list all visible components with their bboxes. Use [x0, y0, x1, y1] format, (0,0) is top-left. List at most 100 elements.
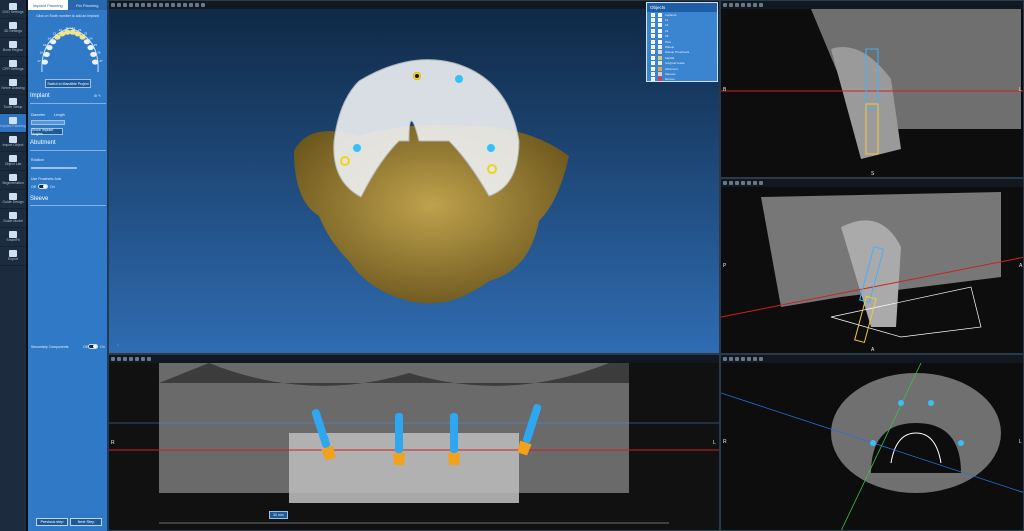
object-label: 11	[665, 18, 669, 23]
toolbar-item-guide[interactable]: Guide Design	[0, 190, 26, 209]
visibility-checkbox[interactable]	[651, 28, 655, 33]
axis-label-bottom: A	[871, 347, 875, 353]
toolbar-item-label: Object List	[4, 162, 22, 166]
toolbar-item-label: Bone Region	[2, 48, 24, 52]
tooth-number: 15	[43, 43, 47, 47]
implant-size-field[interactable]	[31, 120, 65, 125]
color-swatch[interactable]	[658, 55, 662, 60]
toolbar-item-label: Guide Design	[2, 200, 24, 204]
tooth-15[interactable]	[46, 44, 53, 51]
tooth-number: 21	[72, 26, 76, 30]
object-label: 21	[665, 28, 669, 33]
implant-settings-icon[interactable]: ⚙ ✎	[94, 94, 101, 98]
toolbar-item-nerve[interactable]: Nerve Drawing	[0, 76, 26, 95]
tooth-26[interactable]	[90, 51, 97, 58]
color-swatch[interactable]	[658, 71, 662, 76]
visibility-checkbox[interactable]	[651, 66, 655, 71]
tab-implant-planning[interactable]: Implant Planning	[28, 0, 68, 10]
axis-label-bottom: S	[871, 171, 875, 177]
visibility-checkbox[interactable]	[651, 45, 655, 50]
prosthetic-axis-toggle[interactable]	[38, 184, 48, 189]
color-swatch[interactable]	[658, 34, 662, 39]
color-swatch[interactable]	[658, 61, 662, 66]
visibility-checkbox[interactable]	[651, 77, 655, 82]
coronal-viewport[interactable]: P A A	[720, 178, 1024, 354]
nerve-icon	[9, 79, 17, 86]
toolbar-item-import[interactable]: Import Object	[0, 133, 26, 152]
toolbar-item-list[interactable]: Object List	[0, 152, 26, 171]
toolbar-item-cube[interactable]: 3D Settings	[0, 19, 26, 38]
visibility-checkbox[interactable]	[651, 50, 655, 55]
toolbar-item-smartfit[interactable]: SmartFit	[0, 228, 26, 247]
axis-label-left: B	[723, 87, 727, 93]
secondary-components-toggle[interactable]	[88, 344, 98, 349]
export-icon	[9, 250, 17, 257]
visibility-checkbox[interactable]	[651, 61, 655, 66]
axis-label-right: L	[1019, 87, 1022, 93]
tooth-17[interactable]	[41, 59, 49, 65]
tooth-number: 14	[47, 37, 51, 41]
rotation-label: Rotation	[31, 158, 45, 162]
tab-pin-planning[interactable]: Pin Planning	[67, 0, 107, 10]
tooth-27[interactable]	[91, 59, 99, 65]
sagittal-viewport[interactable]: B L S	[720, 0, 1024, 178]
toolbar-item-model[interactable]: Guide Model	[0, 209, 26, 228]
color-swatch[interactable]	[658, 50, 662, 55]
toolbar-item-bone[interactable]: Bone Region	[0, 38, 26, 57]
diameter-label: Diameter	[31, 113, 46, 117]
toolbar-item-curve[interactable]: CPR Settings	[0, 57, 26, 76]
previous-step-button[interactable]: Previous step	[36, 518, 68, 526]
show-implant-angles-button[interactable]: Show Implant Angles	[31, 128, 63, 136]
axial-viewport[interactable]: R L	[720, 354, 1024, 531]
color-swatch[interactable]	[658, 12, 662, 17]
divider	[30, 205, 106, 206]
visibility-checkbox[interactable]	[651, 71, 655, 76]
toolbar-item-segment[interactable]: Segmentation	[0, 171, 26, 190]
toggle-on-label: On	[50, 185, 55, 189]
switch-to-mandible-button[interactable]: Switch to Mandible Project	[45, 79, 91, 88]
color-swatch[interactable]	[658, 28, 662, 33]
toolbar-item-disc[interactable]: DVD Settings	[0, 0, 26, 19]
color-swatch[interactable]	[658, 23, 662, 28]
tooth-number: 25	[94, 43, 98, 47]
toolbar-item-implant[interactable]: Implant Planning	[0, 114, 26, 133]
implant-planning-panel: Implant Planning Pin Planning Click on T…	[28, 0, 108, 531]
abutment-section-title: Abutment	[30, 140, 56, 146]
object-label: Waxup	[665, 45, 675, 50]
axis-label-left: R	[111, 440, 115, 446]
objects-title: Objects	[650, 5, 666, 10]
axis-label-right: A	[1019, 263, 1023, 269]
visibility-checkbox[interactable]	[651, 23, 655, 28]
visibility-checkbox[interactable]	[651, 12, 655, 17]
toolbar-item-label: Implant Planning	[0, 124, 27, 128]
visibility-checkbox[interactable]	[651, 18, 655, 23]
tool-sidebar: DVD Settings 3D Settings Bone Region CPR Se…	[0, 0, 27, 531]
3d-viewport[interactable]: ☺	[108, 0, 720, 354]
color-swatch[interactable]	[658, 45, 662, 50]
axial-ct-slice	[721, 363, 1023, 530]
import-icon	[9, 136, 17, 143]
divider	[30, 150, 106, 151]
panoramic-viewport[interactable]: R L 30 mm	[108, 354, 720, 531]
object-label: Waxup Prosthesis	[665, 50, 690, 55]
tooth-16[interactable]	[43, 51, 50, 58]
toolbar-item-export[interactable]: Export	[0, 247, 26, 266]
zoom-indicator[interactable]: 30 mm	[269, 511, 288, 519]
color-swatch[interactable]	[658, 77, 662, 82]
visibility-checkbox[interactable]	[651, 55, 655, 60]
toolbar-item-label: Export	[7, 257, 19, 261]
objects-window[interactable]: Objects Implants 11 13 21 23 Pins Waxup Waxup P…	[646, 2, 718, 82]
head-orientation-icon[interactable]: ☺	[116, 343, 120, 347]
tooth-number: 12	[59, 28, 63, 32]
toolbar-item-tooth[interactable]: Tooth Setup	[0, 95, 26, 114]
object-row[interactable]: Nerves	[647, 77, 717, 82]
color-swatch[interactable]	[658, 66, 662, 71]
visibility-checkbox[interactable]	[651, 39, 655, 44]
color-swatch[interactable]	[658, 18, 662, 23]
tooth-chart[interactable]: 17 16 15141312 11 21 22232425 26 27	[34, 20, 106, 78]
visibility-checkbox[interactable]	[651, 34, 655, 39]
next-step-button[interactable]: Next Step	[70, 518, 102, 526]
rotation-slider[interactable]	[31, 167, 77, 169]
color-swatch[interactable]	[658, 39, 662, 44]
object-label: 13	[665, 23, 669, 28]
